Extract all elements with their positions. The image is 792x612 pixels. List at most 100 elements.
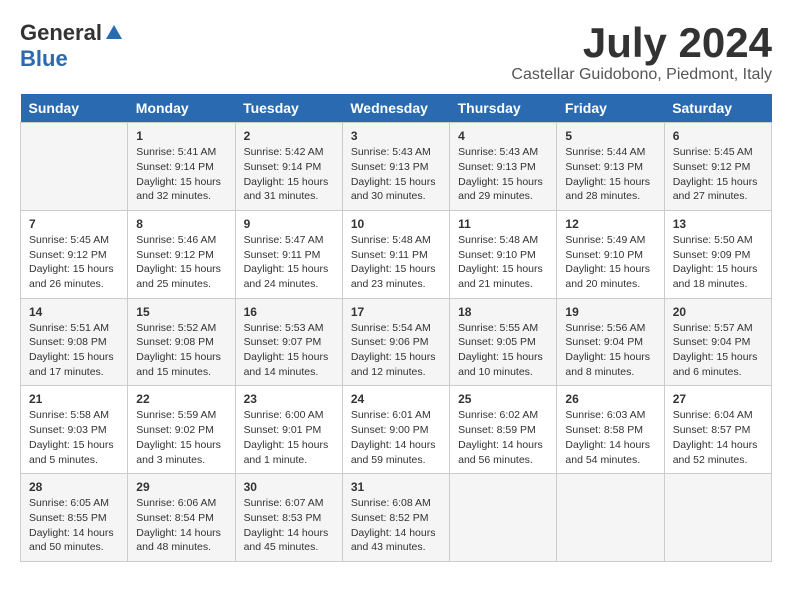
day-content: Sunrise: 5:43 AM Sunset: 9:13 PM Dayligh…	[351, 145, 441, 204]
calendar-cell: 3 Sunrise: 5:43 AM Sunset: 9:13 PM Daylig…	[342, 123, 449, 211]
day-content: Sunrise: 5:44 AM Sunset: 9:13 PM Dayligh…	[565, 145, 655, 204]
logo-general-text: General	[20, 20, 102, 46]
calendar-cell: 13 Sunrise: 5:50 AM Sunset: 9:09 PM Dayli…	[664, 210, 771, 298]
calendar-cell: 30 Sunrise: 6:07 AM Sunset: 8:53 PM Dayli…	[235, 474, 342, 562]
calendar-cell: 11Sunrise: 5:48 AM Sunset: 9:10 PM Dayli…	[450, 210, 557, 298]
day-content: Sunrise: 6:01 AM Sunset: 9:00 PM Dayligh…	[351, 408, 441, 467]
day-content: Sunrise: 5:57 AM Sunset: 9:04 PM Dayligh…	[673, 321, 763, 380]
day-number: 22	[136, 392, 226, 406]
calendar-cell: 5 Sunrise: 5:44 AM Sunset: 9:13 PM Daylig…	[557, 123, 664, 211]
day-content: Sunrise: 5:59 AM Sunset: 9:02 PM Dayligh…	[136, 408, 226, 467]
calendar-cell: 23 Sunrise: 6:00 AM Sunset: 9:01 PM Dayli…	[235, 386, 342, 474]
day-number: 1	[136, 129, 226, 143]
day-number: 28	[29, 480, 119, 494]
calendar-cell: 10 Sunrise: 5:48 AM Sunset: 9:11 PM Dayli…	[342, 210, 449, 298]
header-cell-monday: Monday	[128, 94, 235, 123]
day-content: Sunrise: 5:45 AM Sunset: 9:12 PM Dayligh…	[29, 233, 119, 292]
calendar-cell	[21, 123, 128, 211]
week-row-3: 21 Sunrise: 5:58 AM Sunset: 9:03 PM Dayli…	[21, 386, 772, 474]
day-content: Sunrise: 5:52 AM Sunset: 9:08 PM Dayligh…	[136, 321, 226, 380]
day-content: Sunrise: 5:42 AM Sunset: 9:14 PM Dayligh…	[244, 145, 334, 204]
calendar-cell: 17Sunrise: 5:54 AM Sunset: 9:06 PM Dayli…	[342, 298, 449, 386]
day-content: Sunrise: 6:03 AM Sunset: 8:58 PM Dayligh…	[565, 408, 655, 467]
day-number: 31	[351, 480, 441, 494]
calendar-cell: 1Sunrise: 5:41 AM Sunset: 9:14 PM Daylig…	[128, 123, 235, 211]
day-content: Sunrise: 5:46 AM Sunset: 9:12 PM Dayligh…	[136, 233, 226, 292]
day-content: Sunrise: 6:02 AM Sunset: 8:59 PM Dayligh…	[458, 408, 548, 467]
day-number: 23	[244, 392, 334, 406]
calendar-cell: 12 Sunrise: 5:49 AM Sunset: 9:10 PM Dayli…	[557, 210, 664, 298]
day-content: Sunrise: 5:48 AM Sunset: 9:10 PM Dayligh…	[458, 233, 548, 292]
calendar-cell: 31 Sunrise: 6:08 AM Sunset: 8:52 PM Dayli…	[342, 474, 449, 562]
day-content: Sunrise: 5:53 AM Sunset: 9:07 PM Dayligh…	[244, 321, 334, 380]
header-cell-tuesday: Tuesday	[235, 94, 342, 123]
day-content: Sunrise: 6:06 AM Sunset: 8:54 PM Dayligh…	[136, 496, 226, 555]
day-content: Sunrise: 5:48 AM Sunset: 9:11 PM Dayligh…	[351, 233, 441, 292]
day-content: Sunrise: 6:00 AM Sunset: 9:01 PM Dayligh…	[244, 408, 334, 467]
day-number: 14	[29, 305, 119, 319]
day-content: Sunrise: 5:58 AM Sunset: 9:03 PM Dayligh…	[29, 408, 119, 467]
day-number: 8	[136, 217, 226, 231]
day-number: 6	[673, 129, 763, 143]
day-content: Sunrise: 5:56 AM Sunset: 9:04 PM Dayligh…	[565, 321, 655, 380]
calendar-cell: 18Sunrise: 5:55 AM Sunset: 9:05 PM Dayli…	[450, 298, 557, 386]
location: Castellar Guidobono, Piedmont, Italy	[511, 66, 772, 84]
calendar-cell: 19 Sunrise: 5:56 AM Sunset: 9:04 PM Dayli…	[557, 298, 664, 386]
calendar-cell	[557, 474, 664, 562]
day-number: 10	[351, 217, 441, 231]
day-number: 3	[351, 129, 441, 143]
calendar-cell: 2 Sunrise: 5:42 AM Sunset: 9:14 PM Daylig…	[235, 123, 342, 211]
day-number: 5	[565, 129, 655, 143]
calendar-body: 1Sunrise: 5:41 AM Sunset: 9:14 PM Daylig…	[21, 123, 772, 562]
day-number: 12	[565, 217, 655, 231]
week-row-0: 1Sunrise: 5:41 AM Sunset: 9:14 PM Daylig…	[21, 123, 772, 211]
day-number: 25	[458, 392, 548, 406]
header-cell-sunday: Sunday	[21, 94, 128, 123]
day-number: 2	[244, 129, 334, 143]
week-row-4: 28 Sunrise: 6:05 AM Sunset: 8:55 PM Dayli…	[21, 474, 772, 562]
calendar-cell: 29 Sunrise: 6:06 AM Sunset: 8:54 PM Dayli…	[128, 474, 235, 562]
header-row: SundayMondayTuesdayWednesdayThursdayFrid…	[21, 94, 772, 123]
calendar-cell: 20 Sunrise: 5:57 AM Sunset: 9:04 PM Dayli…	[664, 298, 771, 386]
calendar-cell: 9Sunrise: 5:47 AM Sunset: 9:11 PM Daylig…	[235, 210, 342, 298]
day-number: 30	[244, 480, 334, 494]
day-number: 26	[565, 392, 655, 406]
calendar-cell: 8 Sunrise: 5:46 AM Sunset: 9:12 PM Daylig…	[128, 210, 235, 298]
day-content: Sunrise: 6:07 AM Sunset: 8:53 PM Dayligh…	[244, 496, 334, 555]
day-content: Sunrise: 6:05 AM Sunset: 8:55 PM Dayligh…	[29, 496, 119, 555]
day-content: Sunrise: 5:49 AM Sunset: 9:10 PM Dayligh…	[565, 233, 655, 292]
day-content: Sunrise: 6:04 AM Sunset: 8:57 PM Dayligh…	[673, 408, 763, 467]
day-content: Sunrise: 5:50 AM Sunset: 9:09 PM Dayligh…	[673, 233, 763, 292]
calendar-cell: 27 Sunrise: 6:04 AM Sunset: 8:57 PM Dayli…	[664, 386, 771, 474]
calendar-cell: 7 Sunrise: 5:45 AM Sunset: 9:12 PM Daylig…	[21, 210, 128, 298]
calendar-cell: 25 Sunrise: 6:02 AM Sunset: 8:59 PM Dayli…	[450, 386, 557, 474]
day-number: 7	[29, 217, 119, 231]
calendar-cell: 14Sunrise: 5:51 AM Sunset: 9:08 PM Dayli…	[21, 298, 128, 386]
day-number: 9	[244, 217, 334, 231]
day-number: 21	[29, 392, 119, 406]
day-number: 29	[136, 480, 226, 494]
calendar-cell: 26 Sunrise: 6:03 AM Sunset: 8:58 PM Dayli…	[557, 386, 664, 474]
calendar-cell: 21 Sunrise: 5:58 AM Sunset: 9:03 PM Dayli…	[21, 386, 128, 474]
day-content: Sunrise: 6:08 AM Sunset: 8:52 PM Dayligh…	[351, 496, 441, 555]
header-cell-thursday: Thursday	[450, 94, 557, 123]
header-cell-friday: Friday	[557, 94, 664, 123]
week-row-2: 14Sunrise: 5:51 AM Sunset: 9:08 PM Dayli…	[21, 298, 772, 386]
day-number: 20	[673, 305, 763, 319]
calendar-cell: 22 Sunrise: 5:59 AM Sunset: 9:02 PM Dayli…	[128, 386, 235, 474]
day-number: 27	[673, 392, 763, 406]
calendar-header: SundayMondayTuesdayWednesdayThursdayFrid…	[21, 94, 772, 123]
day-number: 13	[673, 217, 763, 231]
day-content: Sunrise: 5:55 AM Sunset: 9:05 PM Dayligh…	[458, 321, 548, 380]
day-content: Sunrise: 5:45 AM Sunset: 9:12 PM Dayligh…	[673, 145, 763, 204]
calendar-cell: 15Sunrise: 5:52 AM Sunset: 9:08 PM Dayli…	[128, 298, 235, 386]
day-number: 16	[244, 305, 334, 319]
day-number: 19	[565, 305, 655, 319]
logo-blue-text: Blue	[20, 46, 68, 71]
page-header: General Blue July 2024 Castellar Guidobo…	[20, 20, 772, 84]
day-number: 24	[351, 392, 441, 406]
calendar-cell: 4Sunrise: 5:43 AM Sunset: 9:13 PM Daylig…	[450, 123, 557, 211]
logo: General Blue	[20, 20, 124, 72]
calendar-cell: 6 Sunrise: 5:45 AM Sunset: 9:12 PM Daylig…	[664, 123, 771, 211]
day-content: Sunrise: 5:54 AM Sunset: 9:06 PM Dayligh…	[351, 321, 441, 380]
